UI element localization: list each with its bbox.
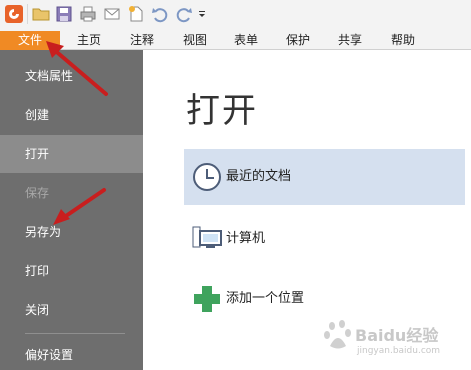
menu-share[interactable]: 共享: [327, 31, 373, 50]
annotation-arrow-save-as-icon: [53, 188, 106, 225]
app-logo-icon[interactable]: [5, 5, 23, 23]
menu-protect[interactable]: 保护: [275, 31, 321, 50]
plus-icon: [191, 283, 223, 315]
option-recent-documents[interactable]: 最近的文档: [184, 149, 465, 205]
customize-dropdown-icon[interactable]: [196, 5, 208, 23]
option-computer[interactable]: 计算机: [184, 211, 465, 267]
watermark-url: jingyan.baidu.com: [357, 346, 441, 356]
menu-comment[interactable]: 注释: [119, 31, 165, 50]
annotation-arrow-file-icon: [46, 41, 108, 96]
baidu-paw-logo-icon: [324, 320, 351, 349]
nav-close[interactable]: 关闭: [0, 291, 143, 329]
save-icon[interactable]: [55, 5, 73, 23]
open-folder-icon[interactable]: [32, 5, 50, 23]
print-icon[interactable]: [79, 5, 97, 23]
menu-help[interactable]: 帮助: [380, 31, 426, 50]
baidu-watermark: Baidu经验 jingyan.baidu.com: [315, 312, 465, 367]
option-label: 添加一个位置: [226, 291, 305, 306]
computer-icon: [191, 223, 223, 255]
option-label: 最近的文档: [226, 169, 292, 184]
email-icon[interactable]: [103, 5, 121, 23]
new-document-icon[interactable]: [127, 5, 145, 23]
watermark-text: Baidu经验: [355, 326, 439, 345]
menu-form[interactable]: 表单: [223, 31, 269, 50]
nav-preferences[interactable]: 偏好设置: [0, 336, 143, 370]
clock-icon: [191, 161, 223, 193]
nav-open[interactable]: 打开: [0, 135, 143, 173]
nav-divider: [25, 333, 125, 334]
menu-view[interactable]: 视图: [172, 31, 218, 50]
page-title: 打开: [186, 91, 258, 131]
option-label: 计算机: [226, 231, 266, 246]
undo-icon[interactable]: [151, 5, 169, 23]
quick-access-toolbar: [0, 0, 471, 31]
redo-icon[interactable]: [175, 5, 193, 23]
nav-print[interactable]: 打印: [0, 252, 143, 290]
nav-create[interactable]: 创建: [0, 96, 143, 134]
toolbar-separator: [27, 4, 28, 24]
